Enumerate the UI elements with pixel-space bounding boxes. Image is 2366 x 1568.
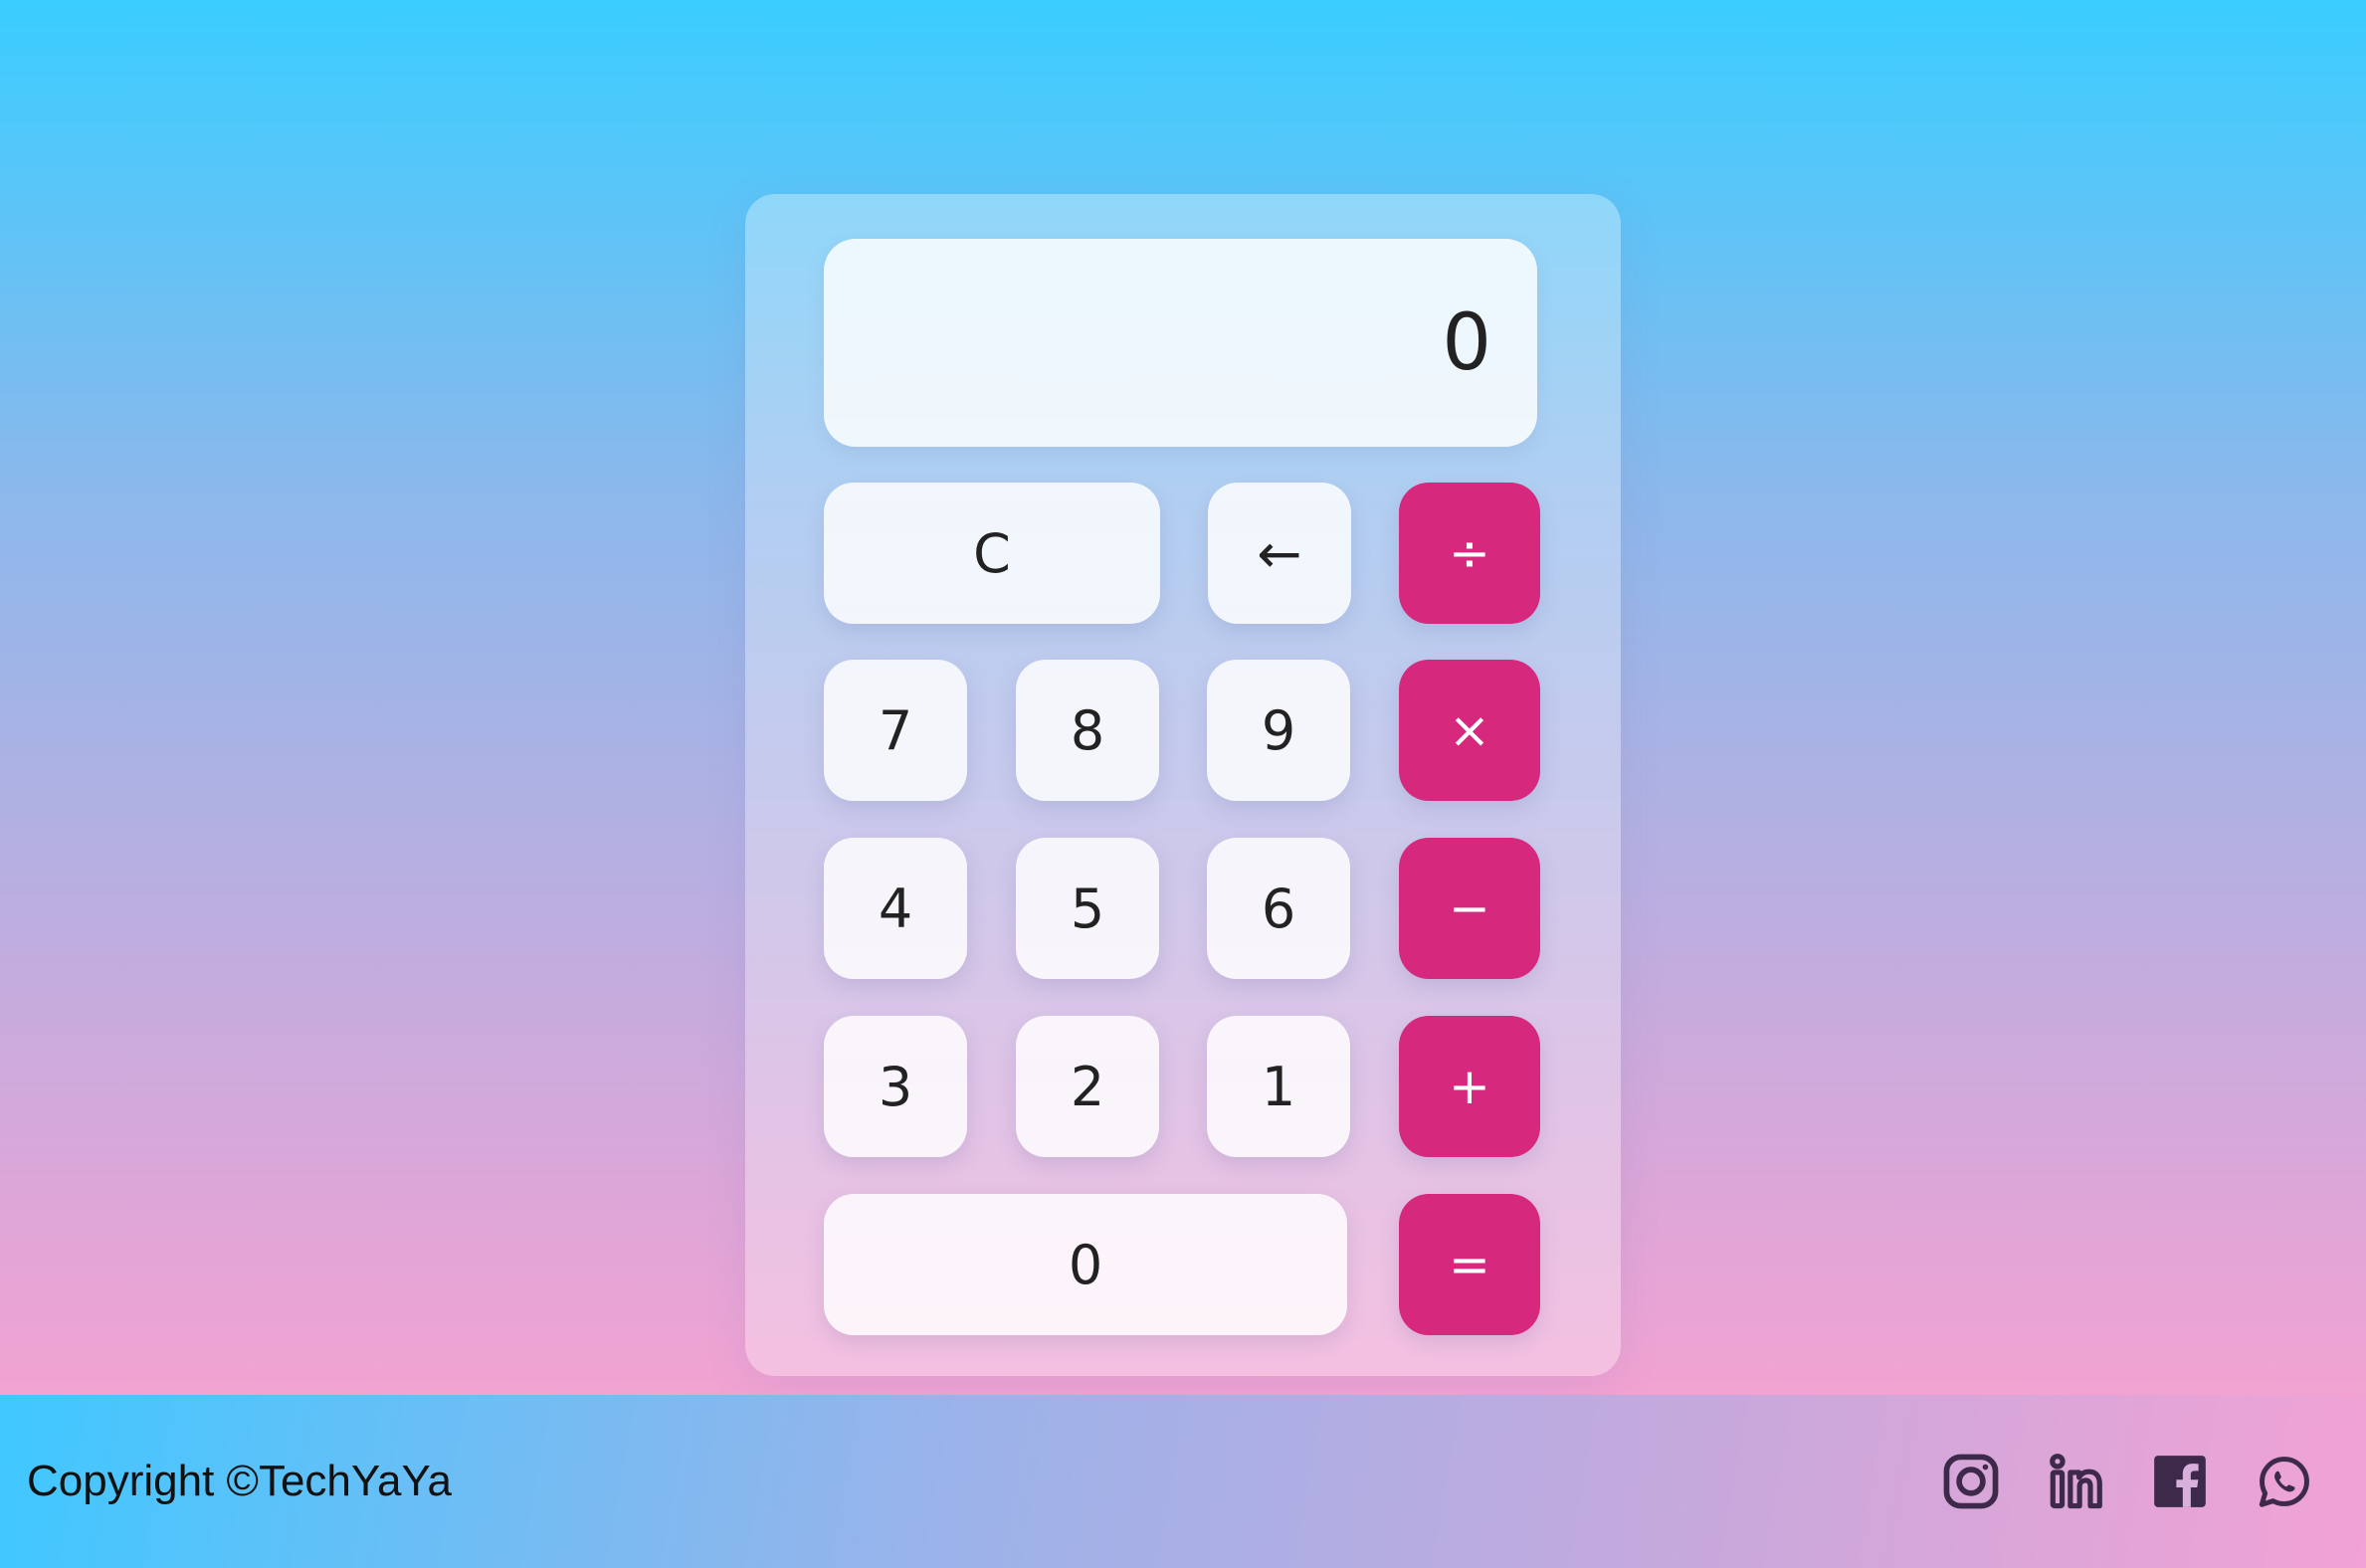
subtract-button[interactable]: − (1399, 838, 1540, 979)
calculator: 0 C ← ÷ 7 8 9 × 4 5 6 − 3 2 1 + 0 = (745, 194, 1621, 1376)
clear-button[interactable]: C (824, 483, 1160, 624)
nine-button[interactable]: 9 (1207, 660, 1350, 801)
one-button[interactable]: 1 (1207, 1016, 1350, 1157)
linkedin-icon[interactable] (2045, 1451, 2106, 1512)
eight-button[interactable]: 8 (1016, 660, 1159, 801)
five-button[interactable]: 5 (1016, 838, 1159, 979)
zero-button[interactable]: 0 (824, 1194, 1347, 1335)
page-background: 0 C ← ÷ 7 8 9 × 4 5 6 − 3 2 1 + 0 = (0, 0, 2366, 1395)
copyright-text: Copyright ©TechYaYa (27, 1457, 453, 1505)
three-button[interactable]: 3 (824, 1016, 967, 1157)
facebook-icon[interactable] (2149, 1451, 2211, 1512)
footer: Copyright ©TechYaYa (0, 1395, 2366, 1568)
add-button[interactable]: + (1399, 1016, 1540, 1157)
six-button[interactable]: 6 (1207, 838, 1350, 979)
four-button[interactable]: 4 (824, 838, 967, 979)
seven-button[interactable]: 7 (824, 660, 967, 801)
instagram-icon[interactable] (1940, 1451, 2002, 1512)
whatsapp-icon[interactable] (2254, 1451, 2315, 1512)
two-button[interactable]: 2 (1016, 1016, 1159, 1157)
multiply-button[interactable]: × (1399, 660, 1540, 801)
divide-button[interactable]: ÷ (1399, 483, 1540, 624)
display-value: 0 (1442, 297, 1491, 388)
calculator-display: 0 (824, 239, 1537, 447)
backspace-button[interactable]: ← (1208, 483, 1351, 624)
equals-button[interactable]: = (1399, 1194, 1540, 1335)
